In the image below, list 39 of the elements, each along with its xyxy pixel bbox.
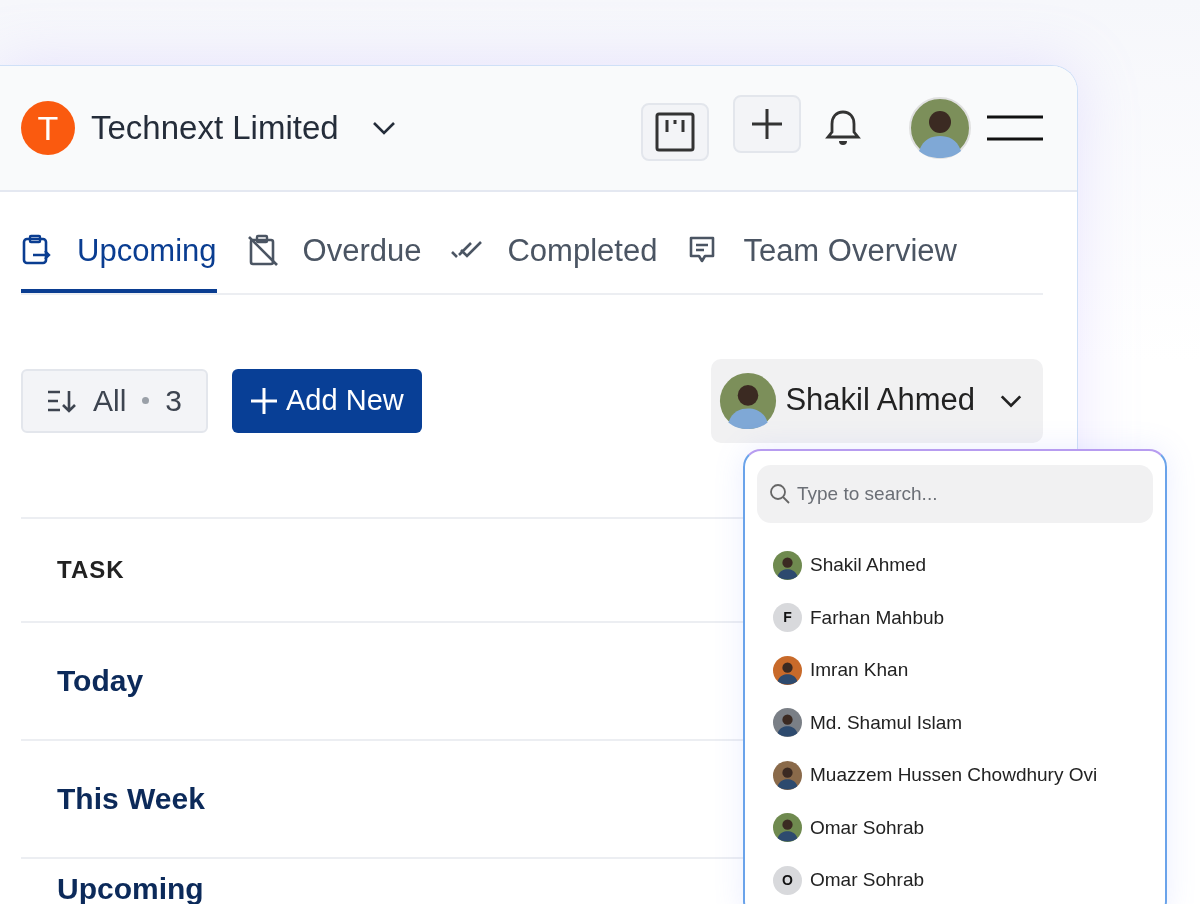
member-item[interactable]: Md. Shamul Islam [757,696,1153,749]
member-item[interactable]: F Farhan Mahbub [757,591,1153,644]
member-item[interactable]: Omar Sohrab [757,801,1153,854]
column-header: TASK [57,554,125,585]
group-title: Today [57,663,144,699]
tab[interactable]: Overdue [246,228,422,293]
assignee-dropdown[interactable]: Shakil Ahmed [711,358,1043,443]
tab[interactable]: Completed [451,228,658,293]
org-name: Technext Limited [91,108,339,149]
plus-icon [750,107,784,141]
add-button[interactable] [733,95,801,153]
filter-button[interactable]: All 3 [21,368,209,433]
search-icon [769,483,791,505]
tab[interactable]: Team Overview [687,228,957,293]
board-icon [655,112,695,152]
board-button[interactable] [641,103,709,161]
search-field[interactable]: Type to search... [757,465,1153,523]
member-item[interactable]: Muazzem Hussen Chowdhury Ovi [757,749,1153,802]
plus-icon [250,386,279,415]
avatar-icon [719,371,778,430]
avatar-initial: F [773,603,802,633]
avatar-icon [773,708,802,738]
menu-icon[interactable] [987,114,1043,142]
member-item[interactable]: Shakil Ahmed [757,539,1153,592]
group-title: This Week [57,781,205,817]
tab[interactable]: Upcoming [21,228,217,293]
bell-icon[interactable] [825,109,861,147]
avatar-icon [773,550,802,580]
member-item[interactable]: Imran Khan [757,644,1153,697]
avatar-initial: O [773,865,802,895]
org-logo: T [21,101,75,155]
chevron-down-icon[interactable] [370,120,397,136]
separator-dot-icon [142,397,150,404]
avatar-icon [773,760,802,790]
avatar-icon [773,655,802,685]
member-item[interactable]: O Omar Sohrab [757,854,1153,904]
avatar-icon[interactable] [909,97,971,159]
add-new-button[interactable]: Add New [232,368,422,433]
avatar-icon [773,813,802,843]
